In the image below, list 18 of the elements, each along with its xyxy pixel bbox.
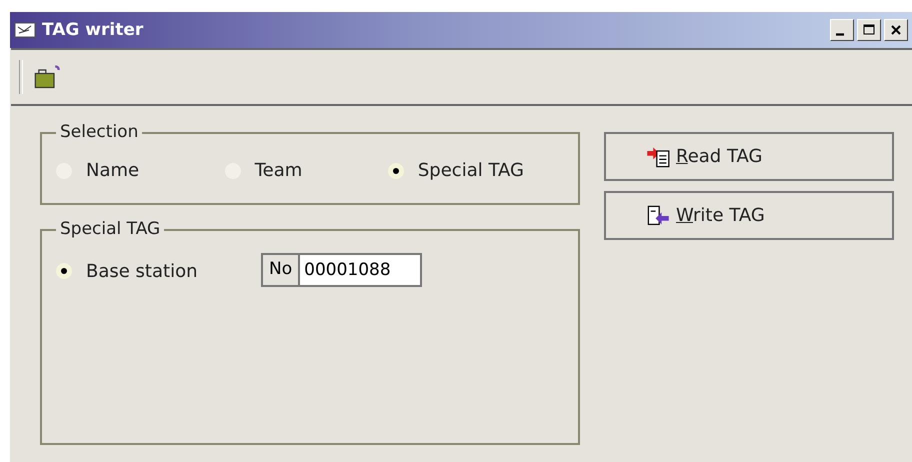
write-button[interactable]: Write TAG: [604, 191, 894, 240]
document-arrow-icon: [646, 204, 670, 228]
window-title: TAG writer: [42, 20, 144, 40]
folder-icon[interactable]: [33, 64, 61, 90]
radio-option[interactable]: Base station: [56, 260, 198, 282]
minimize-button[interactable]: [830, 19, 854, 41]
number-field[interactable]: 00001088: [300, 253, 422, 287]
close-button[interactable]: [884, 19, 908, 41]
arrow-into-document-icon: [646, 144, 670, 168]
maximize-button[interactable]: [857, 19, 881, 41]
radio-option[interactable]: Special TAG: [388, 160, 524, 181]
group-title: Special TAG: [56, 219, 164, 239]
radio-option[interactable]: Team: [224, 160, 302, 181]
minimize-icon: [836, 33, 844, 36]
field-label: No: [261, 253, 300, 287]
read-button[interactable]: Read TAG: [604, 132, 894, 181]
app-icon: [14, 21, 36, 39]
radio-option[interactable]: Name: [56, 160, 140, 181]
